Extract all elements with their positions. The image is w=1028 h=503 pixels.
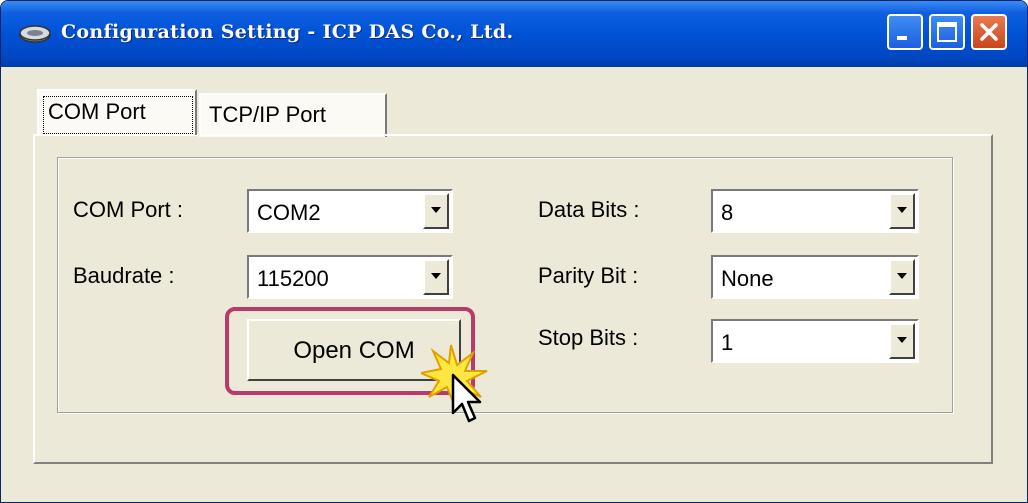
baudrate-dropdown-button[interactable] (423, 259, 449, 295)
tab-com-port[interactable]: COM Port (37, 89, 197, 135)
baudrate-select[interactable]: 115200 (247, 255, 453, 299)
stop-bits-select[interactable]: 1 (711, 319, 919, 363)
tab-label: COM Port (48, 99, 146, 124)
window-title: Configuration Setting - ICP DAS Co., Ltd… (61, 21, 514, 43)
tab-tcp-ip-port[interactable]: TCP/IP Port (199, 93, 387, 137)
title-bar[interactable]: Configuration Setting - ICP DAS Co., Ltd… (1, 1, 1027, 67)
minimize-icon (897, 36, 907, 40)
minimize-button[interactable] (887, 14, 923, 50)
maximize-button[interactable] (929, 14, 965, 50)
data-bits-dropdown-button[interactable] (889, 193, 915, 229)
tab-label: TCP/IP Port (209, 102, 326, 127)
chevron-down-icon (897, 273, 907, 279)
link-icon (19, 25, 51, 43)
maximize-icon (937, 22, 957, 42)
com-port-value: COM2 (257, 200, 321, 225)
chevron-down-icon (897, 207, 907, 213)
chevron-down-icon (431, 273, 441, 279)
parity-bit-select[interactable]: None (711, 255, 919, 299)
data-bits-value: 8 (721, 200, 734, 225)
data-bits-select[interactable]: 8 (711, 189, 919, 233)
parity-bit-dropdown-button[interactable] (889, 259, 915, 295)
click-burst-cursor-icon (421, 344, 488, 423)
com-port-label: COM Port : (73, 197, 184, 222)
parity-bit-label: Parity Bit : (538, 263, 639, 288)
com-port-select[interactable]: COM2 (247, 189, 453, 233)
stop-bits-label: Stop Bits : (538, 325, 639, 350)
close-button[interactable] (971, 14, 1007, 50)
chevron-down-icon (897, 337, 907, 343)
baudrate-value: 115200 (257, 266, 329, 291)
close-icon (980, 23, 998, 41)
stop-bits-dropdown-button[interactable] (889, 323, 915, 359)
config-window: Configuration Setting - ICP DAS Co., Ltd… (0, 0, 1028, 503)
parity-bit-value: None (721, 266, 774, 291)
baudrate-label: Baudrate : (73, 263, 175, 288)
stop-bits-value: 1 (721, 330, 734, 355)
data-bits-label: Data Bits : (538, 197, 640, 222)
chevron-down-icon (431, 207, 441, 213)
com-port-dropdown-button[interactable] (423, 193, 449, 229)
